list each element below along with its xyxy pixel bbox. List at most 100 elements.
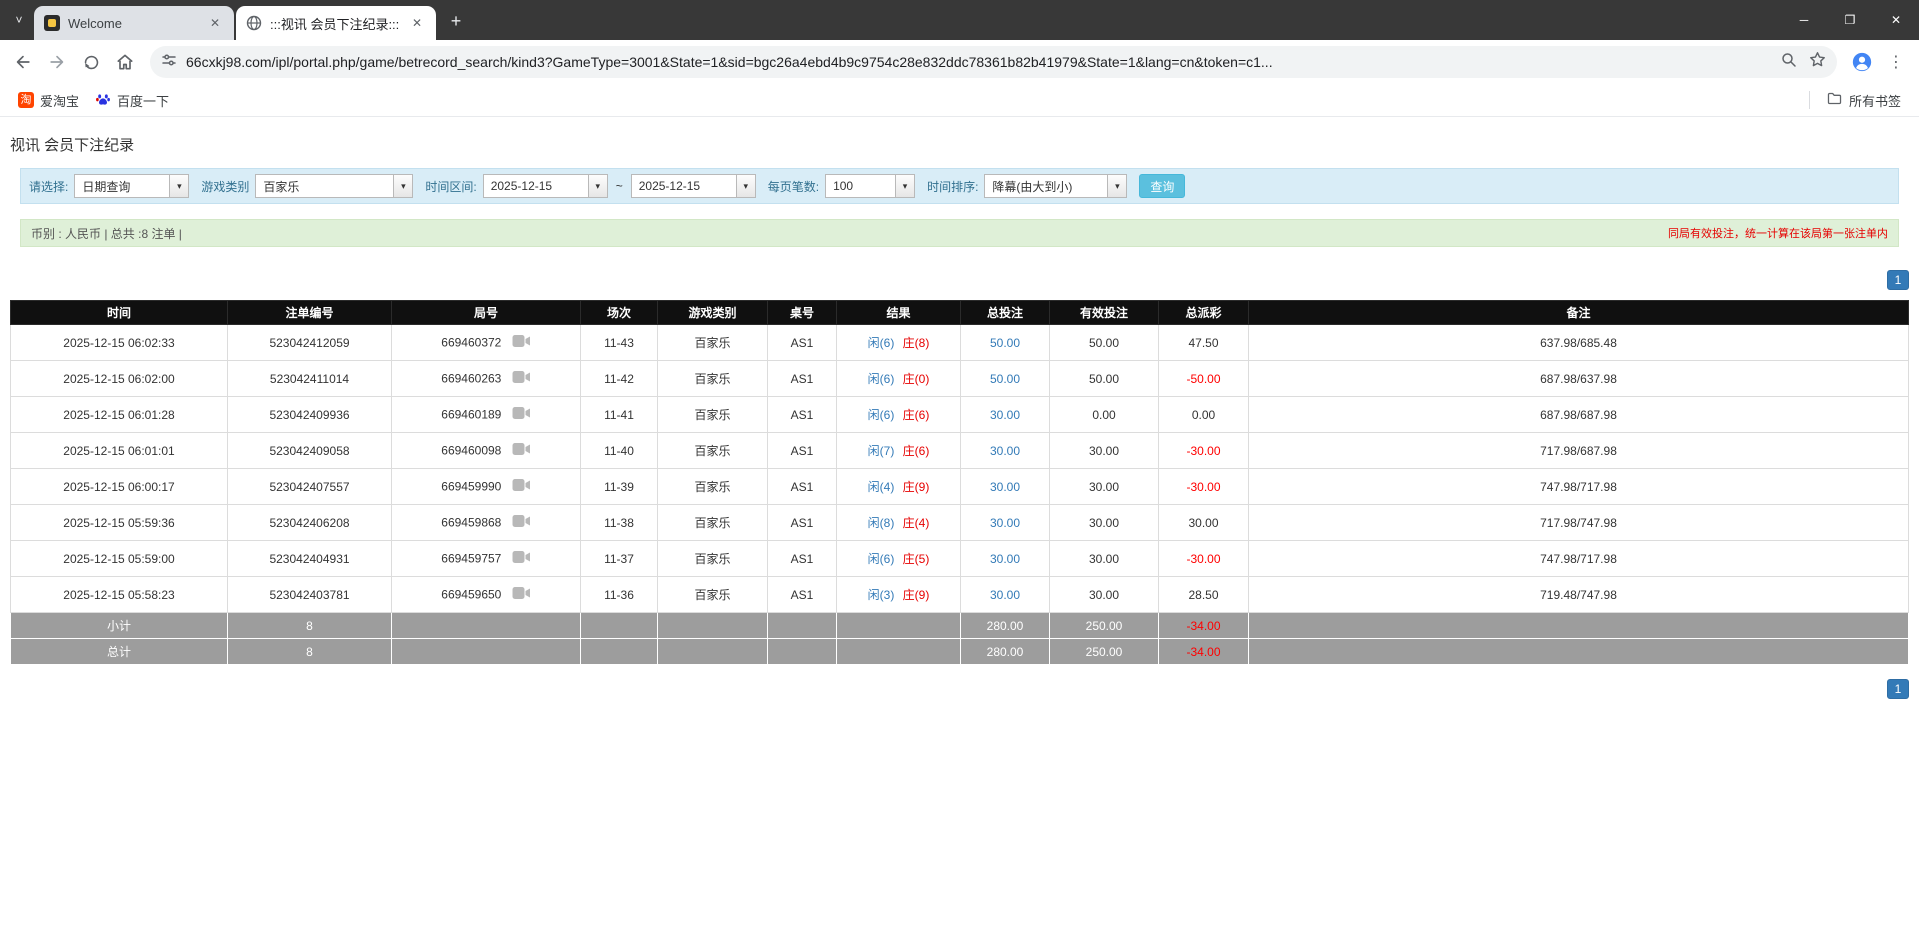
page-1-button[interactable]: 1 <box>1887 679 1909 699</box>
bookmarks-divider <box>1809 91 1810 109</box>
baidu-paw-icon <box>95 91 111 110</box>
table-body: 2025-12-15 06:02:33 523042412059 6694603… <box>11 325 1909 613</box>
close-tab-icon[interactable]: ✕ <box>206 14 224 32</box>
subtotal-payout: -34.00 <box>1159 613 1249 639</box>
column-header: 注单编号 <box>228 301 392 325</box>
all-bookmarks-label: 所有书签 <box>1849 91 1901 110</box>
all-bookmarks-button[interactable]: 所有书签 <box>1818 86 1909 114</box>
cell-total-bet: 30.00 <box>961 505 1050 541</box>
cell-total-bet: 30.00 <box>961 433 1050 469</box>
result-player: 闲(7) <box>868 444 895 458</box>
sort-select[interactable]: 降幕(由大到小) ▾ <box>984 174 1127 198</box>
tab-search-chevron-icon[interactable]: ˅ <box>6 7 32 33</box>
result-banker: 庄(5) <box>903 552 930 566</box>
cell-session: 11-40 <box>581 433 658 469</box>
close-tab-icon[interactable]: ✕ <box>408 14 426 32</box>
bookmark-baidu[interactable]: 百度一下 <box>87 87 177 114</box>
cell-payout: -50.00 <box>1159 361 1249 397</box>
forward-button[interactable] <box>42 47 72 77</box>
total-bet-link[interactable]: 30.00 <box>990 516 1020 530</box>
video-replay-icon[interactable] <box>512 334 531 351</box>
url-text[interactable]: 66cxkj98.com/ipl/portal.php/game/betreco… <box>186 54 1772 70</box>
table-row: 2025-12-15 06:00:17 523042407557 6694599… <box>11 469 1909 505</box>
filter-bar: 请选择: 日期查询 ▾ 游戏类别 百家乐 ▾ 时间区间: 2025-12-15 … <box>20 168 1899 204</box>
chevron-down-icon[interactable]: ▾ <box>588 175 607 197</box>
close-window-button[interactable]: ✕ <box>1873 0 1919 40</box>
home-button[interactable] <box>110 47 140 77</box>
date-from-select[interactable]: 2025-12-15 ▾ <box>483 174 608 198</box>
cell-valid-bet: 30.00 <box>1050 577 1159 613</box>
bookmark-star-icon[interactable] <box>1808 50 1827 74</box>
total-bet-link[interactable]: 30.00 <box>990 444 1020 458</box>
profile-avatar[interactable] <box>1847 47 1877 77</box>
cell-table-no: AS1 <box>768 505 837 541</box>
cell-bet-id: 523042409058 <box>228 433 392 469</box>
search-button[interactable]: 查询 <box>1139 174 1185 198</box>
cell-valid-bet: 30.00 <box>1050 541 1159 577</box>
cell-table-no: AS1 <box>768 469 837 505</box>
per-page-select[interactable]: 100 ▾ <box>825 174 915 198</box>
chevron-down-icon[interactable]: ▾ <box>169 175 188 197</box>
video-replay-icon[interactable] <box>512 514 531 531</box>
maximize-button[interactable]: ❐ <box>1827 0 1873 40</box>
globe-icon <box>246 15 262 31</box>
cell-round-id: 669459868 <box>392 505 581 541</box>
round-id-text: 669459650 <box>441 588 501 602</box>
chevron-down-icon[interactable]: ▾ <box>895 175 914 197</box>
per-page-label: 每页笔数: <box>768 178 819 195</box>
browser-toolbar: 66cxkj98.com/ipl/portal.php/game/betreco… <box>0 40 1919 84</box>
table-row: 2025-12-15 06:02:00 523042411014 6694602… <box>11 361 1909 397</box>
tab-welcome[interactable]: Welcome ✕ <box>34 6 234 40</box>
select-label: 请选择: <box>29 178 68 195</box>
cell-table-no: AS1 <box>768 541 837 577</box>
video-replay-icon[interactable] <box>512 478 531 495</box>
video-replay-icon[interactable] <box>512 406 531 423</box>
cell-bet-id: 523042412059 <box>228 325 392 361</box>
total-bet-link[interactable]: 30.00 <box>990 408 1020 422</box>
welcome-favicon <box>44 15 60 31</box>
total-bet-link[interactable]: 50.00 <box>990 336 1020 350</box>
chevron-down-icon[interactable]: ▾ <box>393 175 412 197</box>
game-type-value: 百家乐 <box>256 175 393 197</box>
tab-betrecord[interactable]: :::视讯 会员下注纪录::: ✕ <box>236 6 436 40</box>
cell-valid-bet: 30.00 <box>1050 505 1159 541</box>
new-tab-button[interactable]: + <box>442 7 470 35</box>
video-replay-icon[interactable] <box>512 586 531 603</box>
cell-note: 637.98/685.48 <box>1249 325 1909 361</box>
zoom-indicator-icon[interactable] <box>1780 51 1798 74</box>
back-button[interactable] <box>8 47 38 77</box>
total-bet-link[interactable]: 30.00 <box>990 588 1020 602</box>
cell-table-no: AS1 <box>768 361 837 397</box>
result-banker: 庄(6) <box>903 444 930 458</box>
cell-note: 687.98/637.98 <box>1249 361 1909 397</box>
cell-payout: -30.00 <box>1159 469 1249 505</box>
video-replay-icon[interactable] <box>512 442 531 459</box>
empty-cell <box>1249 613 1909 639</box>
total-bet-link[interactable]: 30.00 <box>990 480 1020 494</box>
game-type-select[interactable]: 百家乐 ▾ <box>255 174 413 198</box>
cell-valid-bet: 30.00 <box>1050 433 1159 469</box>
site-settings-icon[interactable] <box>160 51 178 74</box>
total-bet-link[interactable]: 30.00 <box>990 552 1020 566</box>
column-header: 桌号 <box>768 301 837 325</box>
pagination-bottom: 1 <box>10 679 1909 729</box>
date-to-select[interactable]: 2025-12-15 ▾ <box>631 174 756 198</box>
date-from-value: 2025-12-15 <box>484 175 588 197</box>
video-replay-icon[interactable] <box>512 370 531 387</box>
cell-bet-id: 523042406208 <box>228 505 392 541</box>
bookmark-aitaobao[interactable]: 淘 爱淘宝 <box>10 87 87 114</box>
menu-icon[interactable]: ⋮ <box>1881 47 1911 77</box>
cell-session: 11-37 <box>581 541 658 577</box>
video-replay-icon[interactable] <box>512 550 531 567</box>
taobao-icon: 淘 <box>18 92 34 108</box>
round-id-text: 669460098 <box>441 444 501 458</box>
query-mode-select[interactable]: 日期查询 ▾ <box>74 174 189 198</box>
reload-button[interactable] <box>76 47 106 77</box>
chevron-down-icon[interactable]: ▾ <box>736 175 755 197</box>
page-1-button[interactable]: 1 <box>1887 270 1909 290</box>
total-bet-link[interactable]: 50.00 <box>990 372 1020 386</box>
minimize-button[interactable]: ─ <box>1781 0 1827 40</box>
column-header: 备注 <box>1249 301 1909 325</box>
address-bar[interactable]: 66cxkj98.com/ipl/portal.php/game/betreco… <box>150 46 1837 78</box>
chevron-down-icon[interactable]: ▾ <box>1107 175 1126 197</box>
